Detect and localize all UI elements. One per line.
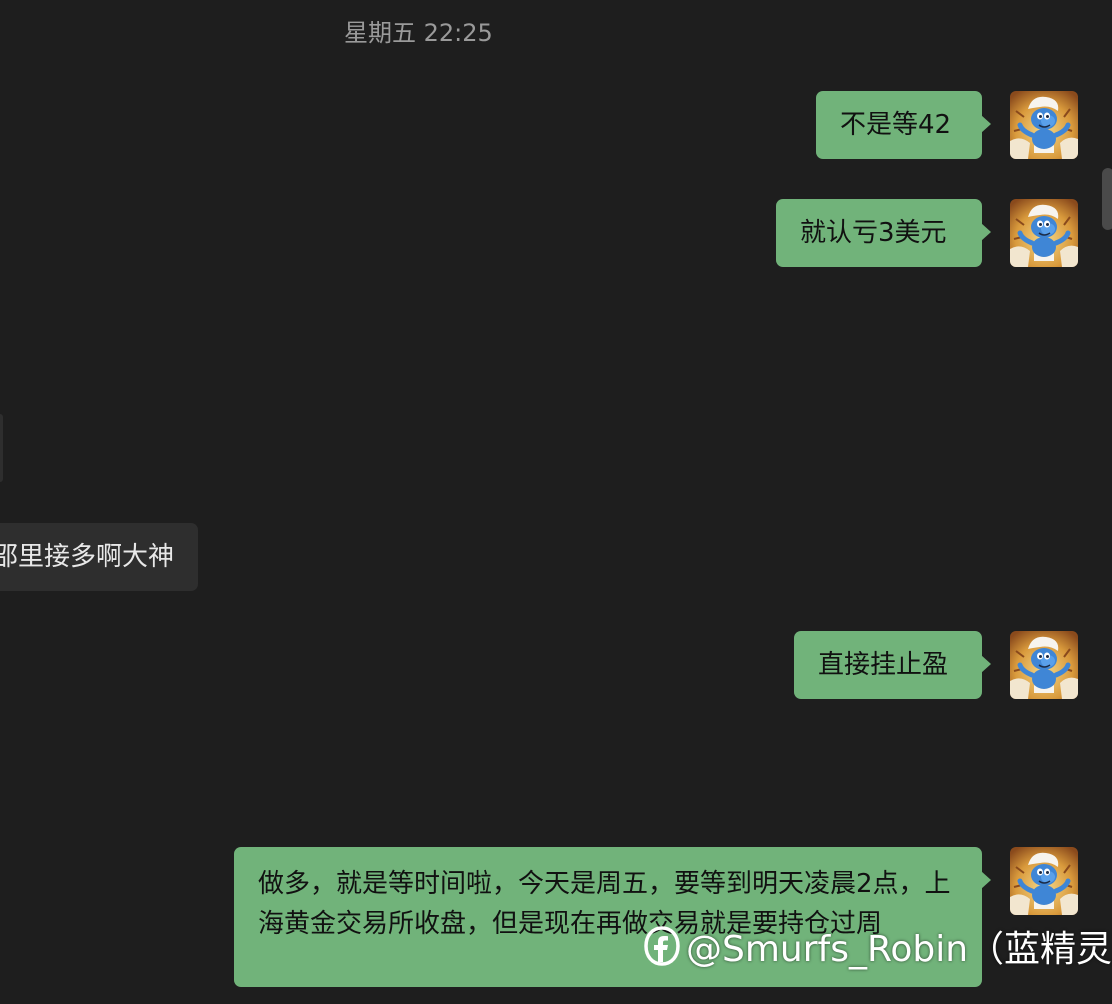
smurf-avatar-icon	[1010, 199, 1078, 267]
smurf-avatar-icon	[1010, 91, 1078, 159]
sender-avatar[interactable]	[1010, 847, 1078, 915]
sender-avatar[interactable]	[1010, 631, 1078, 699]
outgoing-message-bubble[interactable]: 不是等42	[816, 91, 991, 159]
message-text: 直接挂止盈	[818, 650, 949, 680]
scrollbar-thumb[interactable]	[1102, 168, 1112, 230]
chat-window: 星期五 22:25 不是等42 就认亏3美元 邵里接多啊大神 直接挂止盈 做多，…	[0, 0, 1112, 1004]
watermark-text: @Smurfs_Robin（蓝精灵）	[686, 929, 1112, 970]
message-text: 邵里接多啊大神	[0, 542, 174, 572]
smurf-avatar-icon	[1010, 847, 1078, 915]
outgoing-message-bubble[interactable]: 就认亏3美元	[776, 199, 991, 267]
message-text: 就认亏3美元	[800, 218, 947, 248]
incoming-message-bubble[interactable]	[0, 414, 3, 482]
message-text: 不是等42	[840, 110, 952, 140]
watermark: @Smurfs_Robin（蓝精灵）	[644, 916, 1112, 976]
sender-avatar[interactable]	[1010, 199, 1078, 267]
incoming-message-bubble[interactable]: 邵里接多啊大神	[0, 523, 198, 591]
watermark-logo-icon	[644, 926, 680, 966]
outgoing-message-bubble[interactable]: 直接挂止盈	[794, 631, 991, 699]
message-timestamp: 星期五 22:25	[344, 19, 493, 47]
sender-avatar[interactable]	[1010, 91, 1078, 159]
smurf-avatar-icon	[1010, 631, 1078, 699]
